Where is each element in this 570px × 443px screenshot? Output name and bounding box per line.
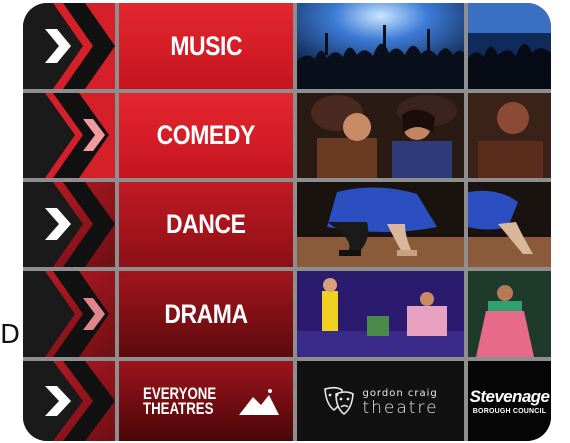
mountain-icon (238, 389, 279, 415)
chevron-icon (23, 361, 115, 441)
photo-music-crowd-extended (468, 3, 551, 89)
gordon-craig-theatre-logo[interactable]: gordon craig theatre (297, 361, 464, 441)
photo-dance-stage-extended (468, 182, 551, 267)
photo-dance-stage (297, 182, 464, 267)
chevron-tile-drama (23, 271, 115, 357)
chevron-tile-music (23, 3, 115, 89)
category-tile-music[interactable]: MUSIC (119, 3, 293, 89)
chevron-tile-footer (23, 361, 115, 441)
stevenage-borough-council-logo[interactable]: Stevenage BOROUGH COUNCIL (468, 361, 551, 441)
chevron-icon (23, 3, 115, 89)
category-tile-drama[interactable]: DRAMA (119, 271, 293, 357)
category-label: DANCE (166, 209, 246, 239)
photo-music-crowd (297, 3, 464, 89)
category-label: COMEDY (156, 120, 256, 150)
photo-drama-stage (297, 271, 464, 357)
logo-line-2: theatre (362, 398, 439, 418)
theatre-masks-icon (324, 386, 355, 416)
photo-comedy-audience (297, 93, 464, 178)
logo-name: Stevenage (469, 387, 550, 406)
chevron-tile-dance (23, 182, 115, 267)
photo-drama-stage-extended (468, 271, 551, 357)
category-label: MUSIC (170, 30, 242, 61)
cropped-side-text: D (0, 320, 21, 350)
logo-subtitle: BOROUGH COUNCIL (472, 408, 547, 415)
logo-line-2: THEATRES (143, 399, 214, 418)
chevron-tile-comedy (23, 93, 115, 178)
chevron-icon (23, 182, 115, 267)
chevron-icon (23, 93, 109, 178)
photo-comedy-audience-extended (468, 93, 551, 178)
everyone-theatres-logo[interactable]: EVERYONE THEATRES (119, 361, 293, 441)
category-label: DRAMA (164, 298, 248, 329)
chevron-icon (23, 271, 109, 357)
category-grid-board: MUSIC COMEDY DANCE DRAMA EVERYONE THEATR… (23, 3, 551, 441)
category-tile-comedy[interactable]: COMEDY (119, 93, 293, 178)
category-tile-dance[interactable]: DANCE (119, 182, 293, 267)
